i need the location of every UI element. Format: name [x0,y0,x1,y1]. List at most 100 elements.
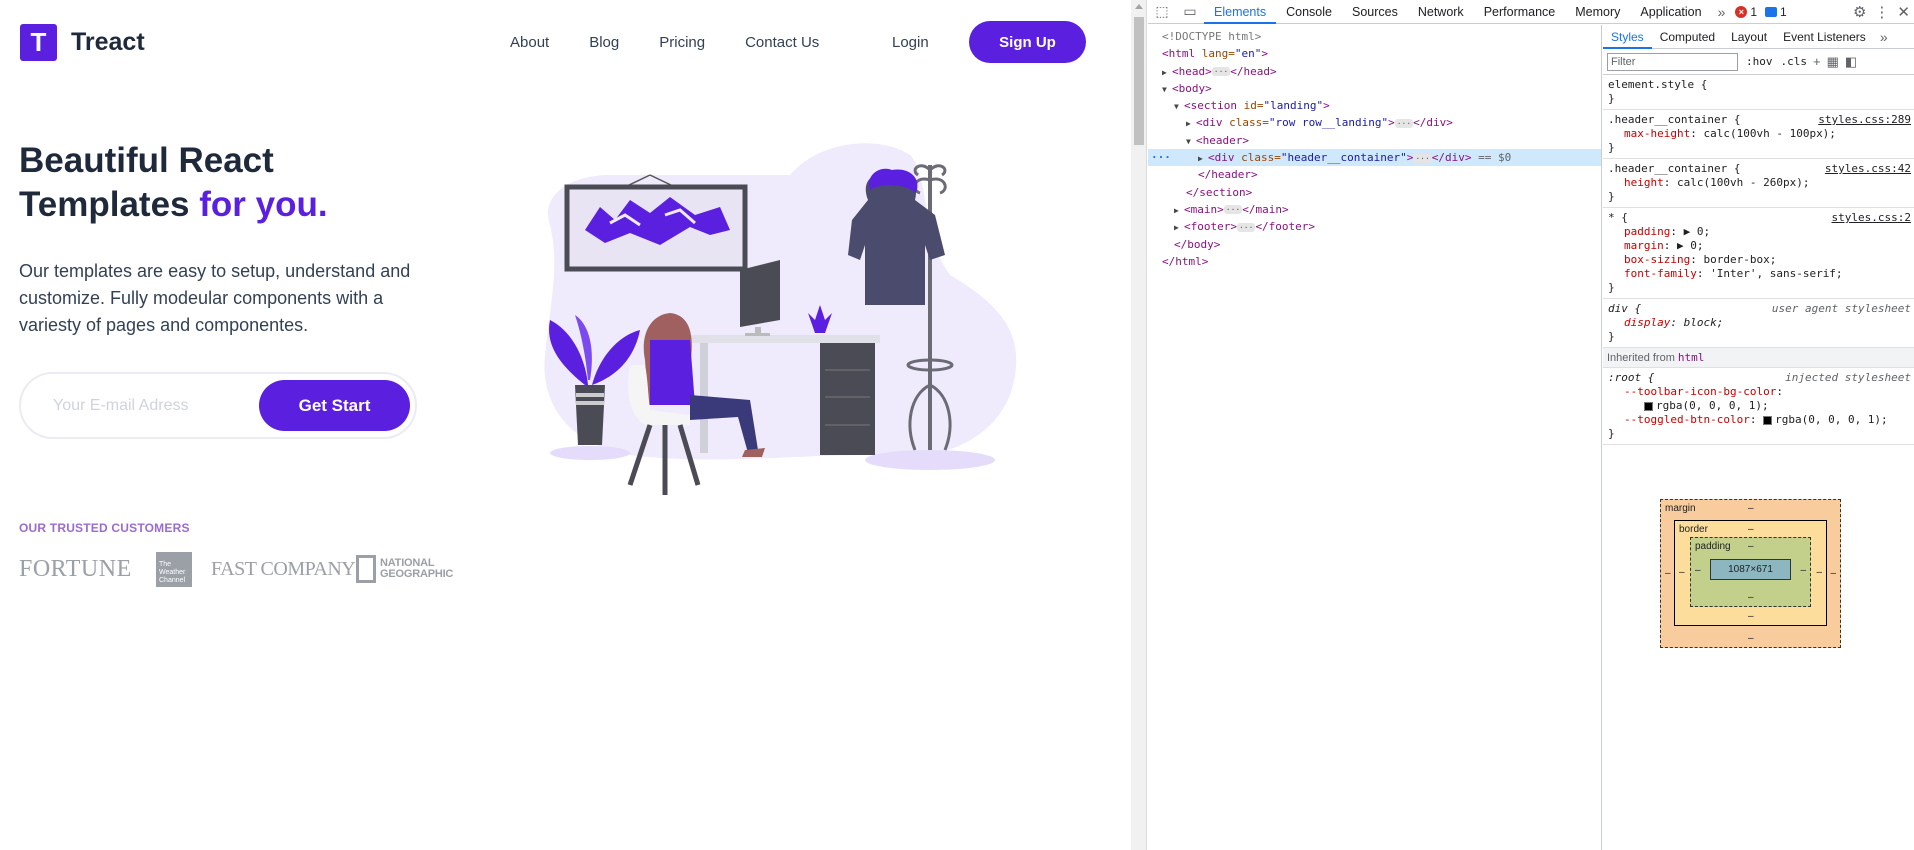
nav-link-about[interactable]: About [510,34,549,51]
more-tabs-icon[interactable]: » [1712,4,1732,20]
tab-performance[interactable]: Performance [1474,0,1566,24]
hover-state-toggle[interactable]: :hov [1746,55,1773,68]
expand-arrow-icon[interactable]: ▶ [1198,150,1208,167]
scrollbar-thumb[interactable] [1134,17,1144,145]
margin-label: margin [1665,503,1696,514]
kebab-menu-icon[interactable]: ⋮ [1874,3,1889,21]
message-count: 1 [1780,4,1787,19]
floor-shadow-left [550,446,630,460]
rule-universal[interactable]: * { styles.css:2 padding: ▶ 0; margin: ▶… [1603,208,1914,299]
hero-illustration [544,143,1017,495]
weather-logo-line2: Weather [159,568,186,576]
dom-body[interactable]: ▼ <body> [1148,80,1601,97]
devtools-panel: ⬚ ▭ Elements Console Sources Network Per… [1148,0,1914,850]
dom-html-close[interactable]: </html> [1148,253,1601,270]
new-rule-icon[interactable]: + [1813,54,1827,69]
nav-links: About Blog Pricing Contact Us [510,34,819,51]
expand-arrow-icon[interactable]: ▶ [1162,64,1172,81]
brand-name[interactable]: Treact [71,28,145,57]
expand-arrow-icon[interactable]: ▶ [1174,219,1184,236]
source-link[interactable]: styles.css:2 [1832,211,1911,225]
customer-logos: FORTUNE The Weather Channel FAST COMPANY… [19,551,453,587]
rule-header-container-2[interactable]: .header__container { styles.css:42 heigh… [1603,159,1914,208]
tab-styles[interactable]: Styles [1603,25,1652,49]
dom-div-row[interactable]: ▶ <div class="row row__landing"> ··· </div> [1148,114,1601,131]
fortune-logo: FORTUNE [19,555,132,582]
dom-tree: <!DOCTYPE html> <html lang="en"> ▶ <head>… [1148,25,1602,850]
color-swatch-icon[interactable] [1644,401,1653,411]
tab-elements[interactable]: Elements [1204,0,1277,24]
rule-root[interactable]: :root { injected stylesheet --toolbar-ic… [1603,368,1914,445]
expand-arrow-icon[interactable]: ▶ [1174,202,1184,219]
issues-badge[interactable]: × 1 1 [1735,4,1787,19]
email-signup-form: Get Start [19,372,417,439]
hero-title-line2: Templates [19,185,200,224]
styles-filter-input[interactable] [1607,52,1738,71]
weather-logo-line1: The [159,560,172,568]
scroll-up-arrow-icon[interactable] [1135,4,1143,9]
tab-computed[interactable]: Computed [1652,25,1723,49]
tab-sources[interactable]: Sources [1342,0,1408,24]
injected-stylesheet-label: injected stylesheet [1785,371,1911,384]
paint-icon[interactable]: ▦ [1827,54,1845,69]
nav-link-contact[interactable]: Contact Us [745,34,819,51]
toggle-sidebar-icon[interactable]: ◧ [1845,54,1863,69]
rule-header-container-1[interactable]: .header__container { styles.css:289 max-… [1603,110,1914,159]
nav-link-pricing[interactable]: Pricing [659,34,705,51]
dom-body-close[interactable]: </body> [1148,236,1601,253]
dom-main[interactable]: ▶ <main> ··· </main> [1148,201,1601,218]
trusted-customers-heading: OUR TRUSTED CUSTOMERS [19,521,190,535]
page-scrollbar[interactable] [1131,0,1147,850]
tab-application[interactable]: Application [1630,0,1711,24]
box-model-diagram: margin – – – – border – – – – padding – … [1660,499,1841,648]
color-swatch-icon[interactable] [1763,415,1773,425]
collapsed-ellipsis-icon[interactable]: ··· [1236,222,1256,232]
inherited-from-header: Inherited from html [1603,348,1914,368]
nav-link-blog[interactable]: Blog [589,34,619,51]
get-start-button[interactable]: Get Start [259,380,410,431]
collapsed-ellipsis-icon[interactable]: ··· [1211,67,1231,77]
collapsed-ellipsis-icon[interactable]: ··· [1223,205,1243,215]
dom-section-close[interactable]: </section> [1148,184,1601,201]
dom-header[interactable]: ▼ <header> [1148,132,1601,149]
rule-element-style[interactable]: element.style { } [1603,75,1914,110]
source-link[interactable]: styles.css:42 [1825,162,1911,176]
rule-div-ua[interactable]: div { user agent stylesheet display: blo… [1603,299,1914,348]
natgeo-line2: GEOGRAPHIC [380,568,454,580]
tab-event-listeners[interactable]: Event Listeners [1775,25,1874,49]
tab-console[interactable]: Console [1276,0,1342,24]
signup-button[interactable]: Sign Up [969,21,1086,63]
styles-sidebar: Styles Computed Layout Event Listeners »… [1603,25,1914,850]
dom-section[interactable]: ▼ <section id="landing"> [1148,97,1601,114]
tab-network[interactable]: Network [1408,0,1474,24]
error-icon: × [1735,5,1748,18]
dom-header-container-selected[interactable]: ··· ▶ <div class="header__container"> ··· </… [1148,149,1601,167]
dom-doctype[interactable]: <!DOCTYPE html> [1148,28,1601,45]
dom-head[interactable]: ▶ <head> ··· </head> [1148,63,1601,80]
expand-arrow-icon[interactable]: ▶ [1186,115,1196,132]
collapse-arrow-icon[interactable]: ▼ [1162,81,1172,98]
treact-logo-icon[interactable]: T [20,23,57,61]
box-model-content[interactable]: 1087×671 [1710,559,1791,580]
collapsed-ellipsis-icon[interactable]: ··· [1394,118,1414,128]
dom-html[interactable]: <html lang="en"> [1148,45,1601,62]
collapse-arrow-icon[interactable]: ▼ [1174,98,1184,115]
more-sidebar-tabs-icon[interactable]: » [1874,29,1894,45]
collapsed-ellipsis-icon[interactable]: ··· [1413,153,1432,163]
collapse-arrow-icon[interactable]: ▼ [1186,133,1196,150]
inherited-html-link[interactable]: html [1678,351,1705,364]
tab-memory[interactable]: Memory [1565,0,1630,24]
dom-header-close[interactable]: </header> [1148,166,1601,183]
email-input[interactable] [53,396,253,415]
class-toggle[interactable]: .cls [1781,55,1808,68]
node-actions-icon[interactable]: ··· [1151,149,1171,166]
tab-layout[interactable]: Layout [1723,25,1775,49]
source-link[interactable]: styles.css:289 [1818,113,1911,127]
settings-gear-icon[interactable]: ⚙ [1853,3,1866,21]
login-link[interactable]: Login [892,34,929,51]
device-toolbar-icon[interactable]: ▭ [1176,0,1204,24]
hero-title-accent: for you. [199,185,328,224]
close-devtools-icon[interactable]: ✕ [1897,3,1910,21]
dom-footer[interactable]: ▶ <footer> ··· </footer> [1148,218,1601,235]
inspect-element-icon[interactable]: ⬚ [1148,0,1176,24]
